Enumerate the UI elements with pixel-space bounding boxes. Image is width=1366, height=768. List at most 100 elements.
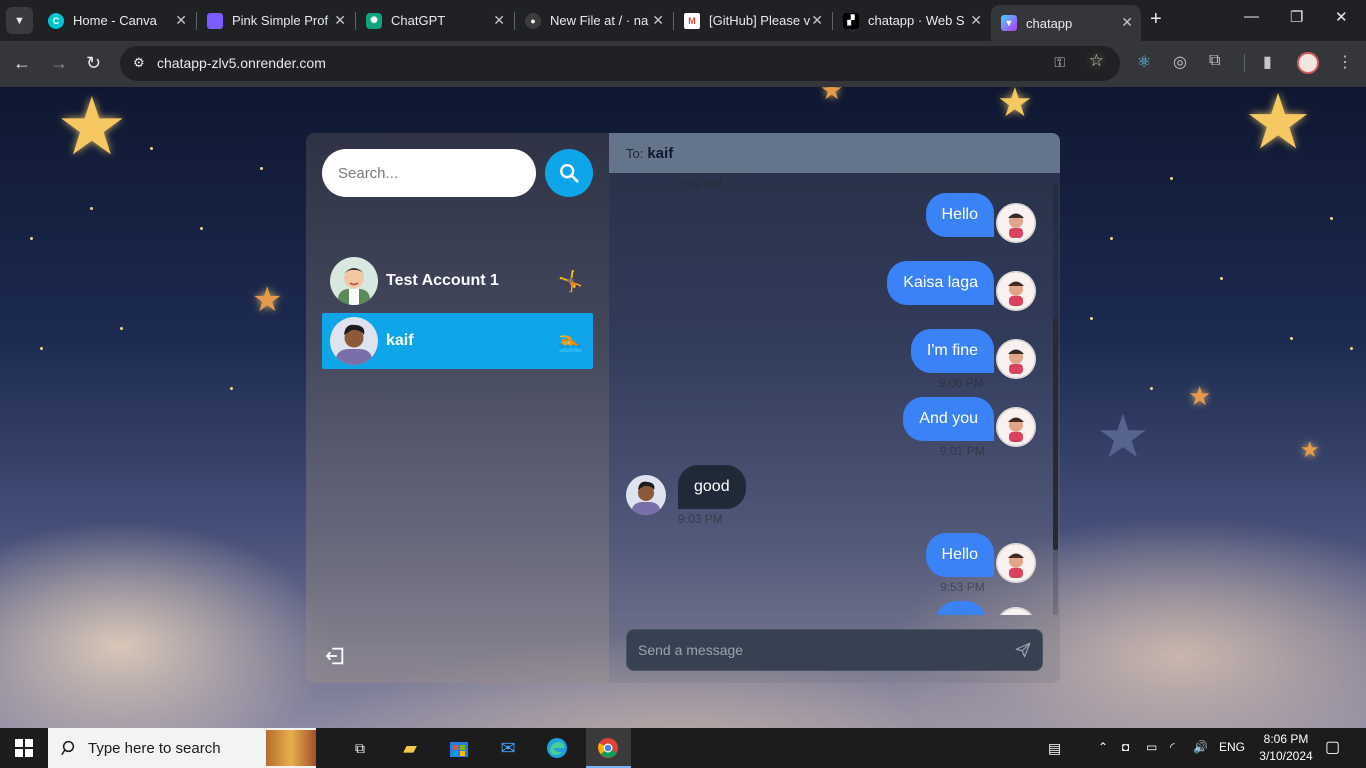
new-tab-plus-icon[interactable]: +: [1150, 8, 1162, 31]
message-bubble-outgoing-partial: [936, 601, 986, 615]
tab-close-icon[interactable]: ✕: [652, 12, 664, 29]
my-avatar: [996, 271, 1036, 311]
conversation-name: kaif: [386, 332, 414, 349]
browser-toolbar: ← → ↻ ⚙ chatapp-zlv5.onrender.com ⚿ ☆: [0, 41, 1366, 87]
camera-icon[interactable]: ◘: [1122, 740, 1129, 754]
conversation-item-selected[interactable]: kaif 🏊: [322, 313, 593, 369]
vite-icon: ▼: [1001, 15, 1017, 31]
wifi-icon[interactable]: ◜: [1170, 740, 1175, 754]
message-time: 8:59 PM: [678, 177, 723, 191]
message-composer: [626, 629, 1043, 671]
tab-chatgpt[interactable]: ✺ ChatGPT ✕: [356, 6, 513, 35]
minimize-icon[interactable]: —: [1244, 8, 1259, 25]
message-bubble-outgoing: Kaisa laga: [887, 261, 994, 305]
my-avatar: [996, 607, 1036, 615]
tab-title: ChatGPT: [391, 13, 446, 28]
send-button[interactable]: [1014, 641, 1032, 664]
clock-time: 8:06 PM: [1263, 732, 1309, 746]
news-widget-icon[interactable]: ▤: [1048, 740, 1061, 757]
taskbar-search[interactable]: Type here to search: [48, 728, 316, 768]
browser-tabstrip: ▼ C Home - Canva ✕ Pink Simple Prof ✕ ✺ …: [0, 0, 1366, 41]
windows-start-icon[interactable]: [13, 737, 35, 759]
tab-close-icon[interactable]: ✕: [1121, 14, 1133, 31]
messages-scrollbar-thumb[interactable]: [1053, 318, 1058, 550]
tab-github-new-file[interactable]: ● New File at / · na ✕: [515, 6, 672, 35]
side-panel-icon[interactable]: ▮: [1263, 52, 1272, 72]
tab-close-icon[interactable]: ✕: [493, 12, 505, 29]
tab-title: Pink Simple Prof: [232, 13, 329, 28]
message-bubble-outgoing: I'm fine: [910, 329, 994, 373]
tab-pink-simple[interactable]: Pink Simple Prof ✕: [197, 6, 354, 35]
github-icon: ●: [525, 12, 541, 29]
tab-close-icon[interactable]: ✕: [970, 12, 982, 29]
tab-render[interactable]: ▞ chatapp · Web S ✕: [833, 6, 990, 35]
tab-title: chatapp: [1026, 15, 1073, 31]
canva-icon: C: [48, 12, 64, 29]
microsoft-store-icon[interactable]: [448, 737, 470, 759]
avatar: [330, 317, 378, 365]
back-arrow-icon[interactable]: ←: [13, 53, 31, 74]
render-icon: ▞: [843, 12, 859, 29]
extensions-puzzle-icon[interactable]: ⧉: [1209, 52, 1220, 70]
address-bar[interactable]: ⚙ chatapp-zlv5.onrender.com ⚿ ☆: [120, 46, 1120, 81]
windows-taskbar: Type here to search ⧉ ▰ ✉ ▤ ⌃ ◘ ▭ ◜ 🔊 EN…: [0, 728, 1366, 768]
message-time: 9:01 PM: [940, 444, 985, 458]
window-close-icon[interactable]: ✕: [1335, 8, 1348, 26]
tab-gmail[interactable]: M [GitHub] Please v ✕: [674, 6, 831, 35]
extension-target-icon[interactable]: ◎: [1173, 52, 1187, 72]
tab-close-icon[interactable]: ✕: [334, 12, 346, 29]
bookmark-star-icon[interactable]: ☆: [1089, 52, 1104, 69]
file-explorer-icon[interactable]: ▰: [399, 737, 421, 759]
mail-icon[interactable]: ✉: [497, 737, 519, 759]
star-decoration-icon: ★: [1096, 403, 1150, 470]
volume-icon[interactable]: 🔊: [1193, 740, 1208, 754]
profile-avatar[interactable]: [1297, 52, 1319, 74]
tab-chatapp-active[interactable]: ▼ chatapp ✕: [991, 5, 1141, 41]
conversations-sidebar: Test Account 1 🤸 kaif 🏊: [306, 133, 609, 683]
tray-chevron-icon[interactable]: ⌃: [1098, 740, 1108, 754]
chrome-icon[interactable]: [597, 737, 619, 759]
chat-panel: To: kaif 8:59 PM Hello Kaisa laga I'm fi…: [609, 133, 1060, 683]
network-device-icon[interactable]: ▭: [1146, 740, 1157, 754]
edge-browser-icon[interactable]: [546, 737, 568, 759]
tab-close-icon[interactable]: ✕: [811, 12, 823, 29]
password-key-icon[interactable]: ⚿: [1054, 54, 1065, 71]
gmail-icon: M: [684, 12, 700, 29]
tab-close-icon[interactable]: ✕: [175, 12, 187, 29]
to-label: To:: [626, 145, 644, 161]
tab-title: Home - Canva: [73, 13, 157, 28]
message-bubble-outgoing: And you: [903, 397, 994, 441]
taskbar-search-placeholder: Type here to search: [88, 739, 221, 757]
message-bubble-incoming: good: [678, 465, 746, 509]
star-decoration-icon: ★: [997, 87, 1033, 125]
reload-icon[interactable]: ↻: [86, 53, 101, 74]
search-icon: [61, 740, 75, 756]
task-view-icon[interactable]: ⧉: [349, 737, 371, 759]
logout-button[interactable]: [324, 645, 346, 672]
tab-canva[interactable]: C Home - Canva ✕: [38, 6, 195, 35]
forward-arrow-icon[interactable]: →: [50, 53, 68, 74]
conversation-name: Test Account 1: [386, 272, 499, 289]
notifications-icon[interactable]: ▢: [1325, 737, 1340, 757]
message-input[interactable]: [627, 630, 1007, 670]
messages-list[interactable]: 8:59 PM Hello Kaisa laga I'm fine 9:00 P…: [609, 173, 1060, 615]
browser-menu-icon[interactable]: ⋮: [1337, 52, 1353, 72]
star-decoration-icon: ★: [1300, 437, 1320, 462]
react-devtools-icon[interactable]: ⚛: [1137, 52, 1151, 72]
tab-title: New File at / · na: [550, 13, 649, 28]
star-decoration-icon: ★: [1244, 87, 1313, 165]
search-input[interactable]: [322, 149, 536, 197]
url-text[interactable]: chatapp-zlv5.onrender.com: [157, 55, 326, 71]
tab-search-chevron-icon[interactable]: ▼: [6, 7, 33, 34]
site-settings-icon[interactable]: ⚙: [133, 55, 145, 71]
language-indicator[interactable]: ENG: [1219, 740, 1245, 754]
chatgpt-icon: ✺: [366, 12, 382, 29]
search-button[interactable]: [545, 149, 593, 197]
system-clock[interactable]: 8:06 PM 3/10/2024: [1255, 731, 1317, 765]
clock-date: 3/10/2024: [1259, 749, 1313, 763]
tab-title: chatapp · Web S: [868, 13, 965, 28]
conversation-item[interactable]: Test Account 1 🤸: [322, 253, 593, 309]
contact-emoji-icon: 🏊: [558, 331, 583, 353]
chat-header: To: kaif: [609, 133, 1060, 173]
restore-icon[interactable]: ❐: [1290, 8, 1303, 26]
